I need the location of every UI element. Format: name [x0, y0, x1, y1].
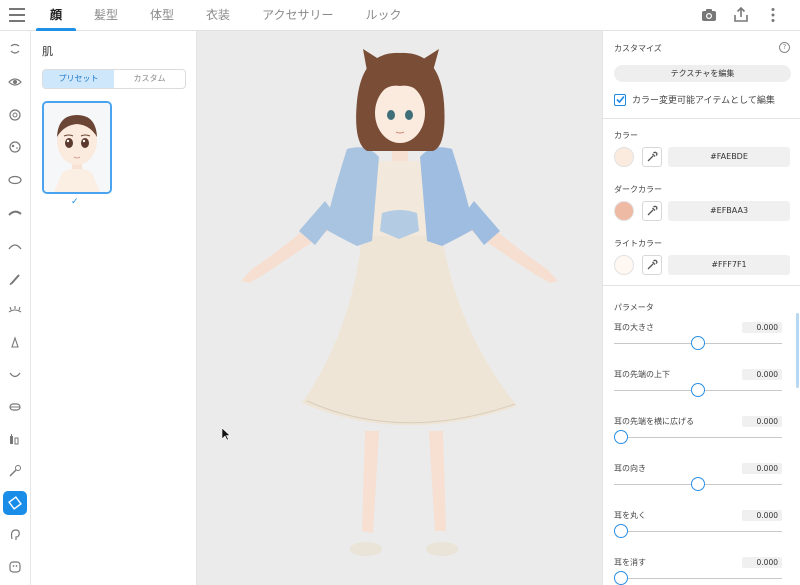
tab-accessory[interactable]: アクセサリー [246, 0, 349, 31]
help-icon[interactable]: ? [779, 42, 790, 53]
light-color-hex-field[interactable]: #FFF7F1 [668, 255, 790, 275]
divider [603, 118, 800, 119]
share-icon[interactable] [732, 6, 750, 24]
skin-icon[interactable] [3, 491, 27, 515]
edit-texture-button[interactable]: テクスチャを編集 [614, 65, 791, 82]
face-part-rail [0, 31, 31, 585]
avatar-face-image [44, 103, 110, 192]
panel-title: 肌 [42, 45, 53, 58]
eyedropper-icon[interactable] [642, 147, 662, 167]
param-value-field[interactable]: 0.000 [742, 463, 782, 474]
divider [603, 285, 800, 286]
tab-face[interactable]: 顔 [34, 0, 78, 31]
light-color-label: ライトカラー [614, 239, 662, 248]
param-slider-knob[interactable] [691, 477, 705, 491]
more-vertical-icon[interactable] [764, 6, 782, 24]
color-editable-label: カラー変更可能アイテムとして編集 [632, 96, 775, 106]
param-value-field[interactable]: 0.000 [742, 510, 782, 521]
customize-title: カスタマイズ [614, 44, 662, 53]
camera-icon[interactable] [700, 6, 718, 24]
param-value-field[interactable]: 0.000 [742, 322, 782, 333]
customize-panel: カスタマイズ ? テクスチャを編集 カラー変更可能アイテムとして編集 カラー #… [602, 31, 800, 585]
param-label: 耳の先端の上下 [614, 370, 670, 379]
param-value-field[interactable]: 0.000 [742, 416, 782, 427]
param-label: 耳を消す [614, 558, 646, 567]
color-hex-field[interactable]: #FAEBDE [668, 147, 790, 167]
dark-color-hex-field[interactable]: #EFBAA3 [668, 201, 790, 221]
selected-check-icon: ✓ [71, 197, 79, 207]
eye-icon[interactable] [3, 70, 27, 94]
eyeliner-icon[interactable] [3, 267, 27, 291]
param-value-field[interactable]: 0.000 [742, 369, 782, 380]
ear-icon[interactable] [3, 523, 27, 547]
eye-highlight-icon[interactable] [3, 135, 27, 159]
parameters-title: パラメータ [614, 303, 654, 312]
teeth-icon[interactable] [3, 395, 27, 419]
param-slider-track[interactable] [614, 531, 782, 532]
avatar-3d-viewport[interactable] [197, 31, 602, 585]
preset-tab[interactable]: プリセット [43, 70, 114, 88]
param-slider-knob[interactable] [614, 571, 628, 585]
eyedropper-icon[interactable] [642, 255, 662, 275]
nose-icon[interactable] [3, 331, 27, 355]
tab-look[interactable]: ルック [349, 0, 417, 31]
light-color-swatch[interactable] [614, 255, 634, 275]
color-editable-option: カラー変更可能アイテムとして編集 [614, 93, 775, 106]
eyedropper-icon[interactable] [642, 201, 662, 221]
tab-outfit[interactable]: 衣装 [190, 0, 246, 31]
param-slider-knob[interactable] [691, 383, 705, 397]
param-label: 耳の先端を横に広げる [614, 417, 694, 426]
panel-scrollbar[interactable] [796, 313, 799, 388]
param-label: 耳の向き [614, 464, 646, 473]
face-paint-icon[interactable] [3, 555, 27, 579]
color-editable-checkbox[interactable] [614, 93, 626, 106]
top-bar: 顔 髪型 体型 衣装 アクセサリー ルック [0, 0, 800, 31]
param-slider-knob[interactable] [614, 430, 628, 444]
tab-body[interactable]: 体型 [134, 0, 190, 31]
mouse-cursor-icon [222, 428, 231, 441]
face-shape-icon[interactable] [3, 427, 27, 451]
eyelid-icon[interactable] [3, 234, 27, 258]
face-outline-icon[interactable] [3, 37, 27, 61]
makeup-brush-icon[interactable] [3, 459, 27, 483]
category-tabs: 顔 髪型 体型 衣装 アクセサリー ルック [34, 0, 417, 31]
eye-white-icon[interactable] [3, 168, 27, 192]
menu-icon[interactable] [9, 8, 25, 22]
iris-icon[interactable] [3, 103, 27, 127]
checkmark-icon [615, 95, 625, 104]
dark-color-label: ダークカラー [614, 185, 662, 194]
param-label: 耳を丸く [614, 511, 646, 520]
param-slider-track[interactable] [614, 437, 782, 438]
param-slider-knob[interactable] [614, 524, 628, 538]
param-slider-knob[interactable] [691, 336, 705, 350]
dark-color-swatch[interactable] [614, 201, 634, 221]
color-swatch[interactable] [614, 147, 634, 167]
eyebrow-icon[interactable] [3, 201, 27, 225]
mouth-icon[interactable] [3, 363, 27, 387]
param-label: 耳の大きさ [614, 323, 654, 332]
skin-preset-thumbnail[interactable] [42, 101, 112, 194]
skin-panel: 肌 プリセット カスタム ✓ [31, 31, 197, 585]
param-slider-track[interactable] [614, 578, 782, 579]
color-label: カラー [614, 131, 638, 140]
preset-custom-toggle: プリセット カスタム [42, 69, 186, 89]
param-value-field[interactable]: 0.000 [742, 557, 782, 568]
custom-tab[interactable]: カスタム [114, 70, 185, 88]
avatar-model [241, 49, 558, 556]
eyelash-icon[interactable] [3, 299, 27, 323]
tab-hairstyle[interactable]: 髪型 [78, 0, 134, 31]
